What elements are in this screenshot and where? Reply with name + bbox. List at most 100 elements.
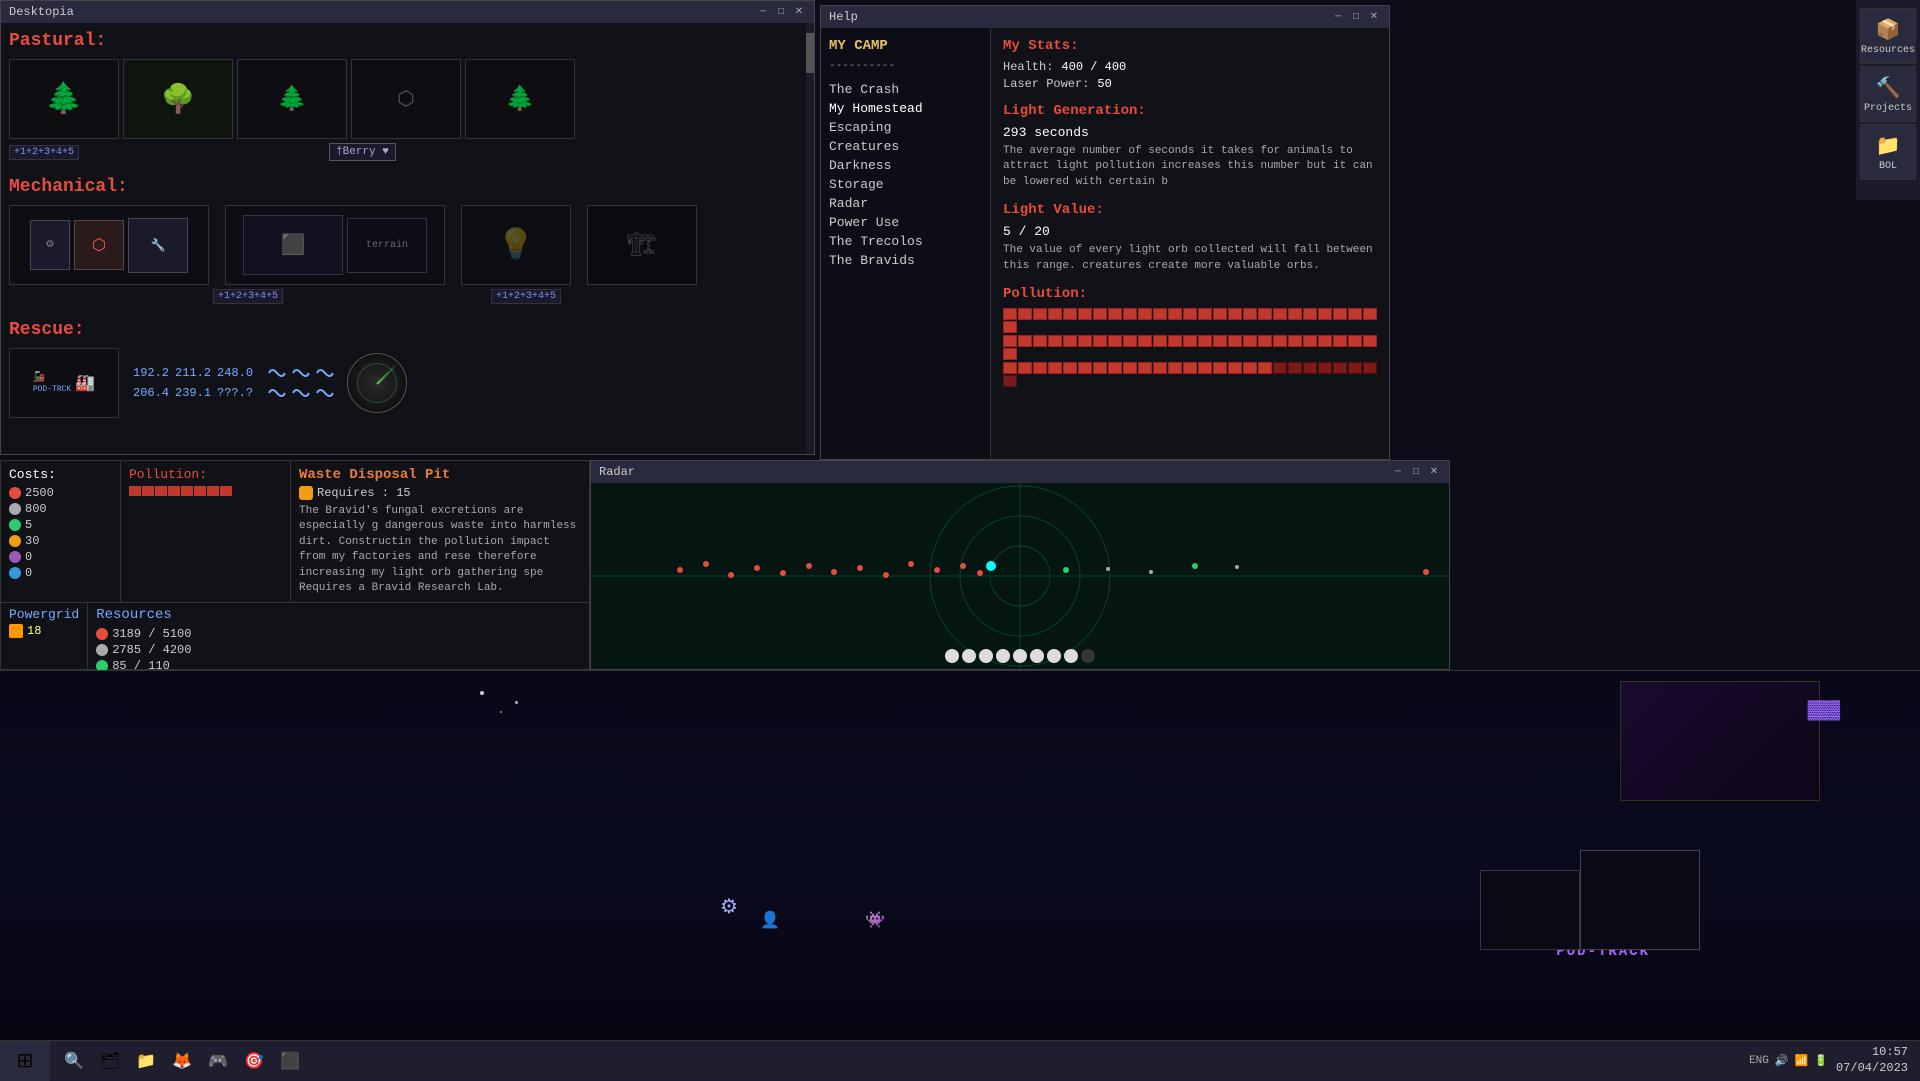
taskbar-files-btn[interactable]: 📁 (130, 1045, 162, 1077)
mini-pcell-0 (129, 486, 141, 496)
cost-icon-3 (9, 535, 21, 547)
pollution-cell (1063, 308, 1077, 320)
taskbar: ⊞ 🔍 🗂 📁 🦊 🎮 🎯 ⬛ ENG 🔊 📶 🔋 10:57 07/04/20… (0, 1040, 1920, 1080)
help-maximize-btn[interactable]: □ (1349, 10, 1363, 24)
taskbar-game-btn[interactable]: 🎮 (202, 1045, 234, 1077)
cost-icon-1 (9, 503, 21, 515)
taskbar-widgets-btn[interactable]: 🗂 (94, 1045, 126, 1077)
health-value: 400 / 400 (1061, 60, 1126, 74)
nav-my-homestead[interactable]: My Homestead (829, 99, 982, 118)
pollution-cell (1138, 335, 1152, 347)
pastural-tile-5[interactable]: 🌲 (465, 59, 575, 139)
clock: 10:57 07/04/2023 (1836, 1045, 1908, 1076)
nav-storage[interactable]: Storage (829, 175, 982, 194)
pollution-bars (1003, 308, 1377, 387)
taskbar-search-btn[interactable]: 🔍 (58, 1045, 90, 1077)
game-maximize-btn[interactable]: □ (774, 5, 788, 19)
help-minimize-btn[interactable]: ─ (1331, 10, 1345, 24)
mechanical-tile-4[interactable]: 🏗 (587, 205, 697, 285)
pdot-5 (1013, 649, 1027, 663)
costs-title: Costs: (9, 467, 112, 482)
pollution-cell (1033, 308, 1047, 320)
radar-maximize-btn[interactable]: □ (1409, 465, 1423, 479)
scrollbar[interactable] (806, 23, 814, 454)
pollution-cell (1183, 362, 1197, 374)
pollution-cell (1198, 335, 1212, 347)
help-window: Help ─ □ ✕ MY CAMP ---------- The Crash … (820, 5, 1390, 460)
pastural-num-label: +1+2+3+4+5 (9, 145, 79, 160)
cost-icon-5 (9, 567, 21, 579)
radar-minimize-btn[interactable]: ─ (1391, 465, 1405, 479)
mechanical-tile-1[interactable]: ⚙ ⬡ 🔧 (9, 205, 209, 285)
nav-power-use[interactable]: Power Use (829, 213, 982, 232)
nav-radar[interactable]: Radar (829, 194, 982, 213)
pollution-cell (1243, 362, 1257, 374)
pastural-tile-4[interactable]: ⬡ (351, 59, 461, 139)
light-gen-title: Light Generation: (1003, 103, 1377, 119)
nav-the-trecolos[interactable]: The Trecolos (829, 232, 982, 251)
game-minimize-btn[interactable]: ─ (756, 5, 770, 19)
player-char: ⚙ (720, 894, 738, 920)
laser-label: Laser Power: (1003, 77, 1089, 91)
nav-darkness[interactable]: Darkness (829, 156, 982, 175)
time-display: 10:57 (1836, 1045, 1908, 1061)
pollution-cell (1003, 375, 1017, 387)
radar-close-btn[interactable]: ✕ (1427, 465, 1441, 479)
enemy-dot-9 (883, 572, 889, 578)
pollution-cell (1063, 335, 1077, 347)
pastural-tile-2[interactable]: 🌳 (123, 59, 233, 139)
costs-panel: Costs: 250080053000 (1, 461, 121, 602)
game-world-view: ⚙ 👤 POD-TRACK 👾 ▓▓▓ (0, 670, 1920, 1040)
bol-icon: 📁 (1876, 133, 1901, 159)
game-world: ⚙ 👤 POD-TRACK 👾 ▓▓▓ (0, 671, 1920, 1040)
right-sidebar: 📦 Resources 🔨 Projects 📁 BOL (1856, 0, 1920, 200)
cost-value-1: 800 (25, 502, 47, 516)
radar-content (591, 483, 1449, 669)
start-button[interactable]: ⊞ (0, 1041, 50, 1081)
desktop: 📦 Resources 🔨 Projects 📁 BOL Desktopia ─… (0, 0, 1920, 1080)
nav-creatures[interactable]: Creatures (829, 137, 982, 156)
help-close-btn[interactable]: ✕ (1367, 10, 1381, 24)
nav-the-bravids[interactable]: The Bravids (829, 251, 982, 270)
building-req: Requires : 15 (299, 486, 581, 500)
taskbar-icons: 🔍 🗂 📁 🦊 🎮 🎯 ⬛ (50, 1045, 314, 1077)
pastural-tile-3[interactable]: 🌲 (237, 59, 347, 139)
mini-radar (347, 353, 407, 413)
pollution-cell (1183, 335, 1197, 347)
pollution-cell (1048, 362, 1062, 374)
pollution-cell (1243, 335, 1257, 347)
nav-the-crash[interactable]: The Crash (829, 80, 982, 99)
sidebar-bol-btn[interactable]: 📁 BOL (1860, 124, 1916, 180)
pastural-title: Pastural: (9, 31, 806, 51)
pollution-row-3 (1003, 362, 1377, 387)
game-close-btn[interactable]: ✕ (792, 5, 806, 19)
powergrid-title: Powergrid (9, 607, 79, 622)
taskbar-steam-btn[interactable]: 🎯 (238, 1045, 270, 1077)
pollution-cell (1273, 308, 1287, 320)
taskbar-firefox-btn[interactable]: 🦊 (166, 1045, 198, 1077)
nav-escaping[interactable]: Escaping (829, 118, 982, 137)
berry-button[interactable]: †Berry ♥ (329, 143, 396, 161)
mechanical-tile-2[interactable]: ⬛ terrain (225, 205, 445, 285)
scroll-thumb[interactable] (806, 33, 814, 73)
pollution-cell (1018, 362, 1032, 374)
pdot-7 (1047, 649, 1061, 663)
taskbar-terminal-btn[interactable]: ⬛ (274, 1045, 306, 1077)
sidebar-projects-btn[interactable]: 🔨 Projects (1860, 66, 1916, 122)
pollution-cell (1213, 335, 1227, 347)
pollution-cell (1288, 308, 1302, 320)
sidebar-resources-btn[interactable]: 📦 Resources (1860, 8, 1916, 64)
pollution-cell (1318, 335, 1332, 347)
help-nav: MY CAMP ---------- The Crash My Homestea… (821, 28, 991, 459)
cost-icon-0 (9, 487, 21, 499)
pastural-tile-1[interactable]: 🌲 (9, 59, 119, 139)
mechanical-tile-3[interactable]: 💡 (461, 205, 571, 285)
pollution-cell (1138, 308, 1152, 320)
pdot-2 (962, 649, 976, 663)
radar-window-title: Radar (599, 465, 635, 479)
cost-icon-2 (9, 519, 21, 531)
pollution-cell (1318, 308, 1332, 320)
rescue-tile[interactable]: 🚂POD-TRCK 🏭 (9, 348, 119, 418)
pollution-cell (1198, 308, 1212, 320)
health-row: Health: 400 / 400 (1003, 60, 1377, 74)
